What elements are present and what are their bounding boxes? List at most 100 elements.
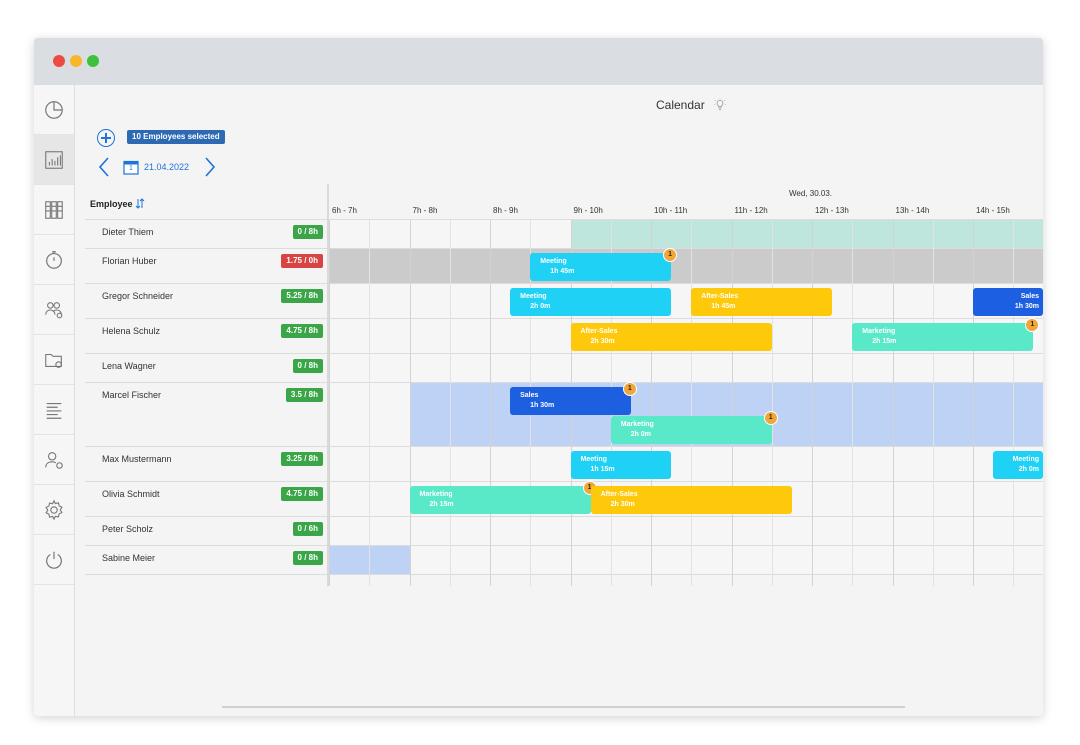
grid-line <box>691 220 693 586</box>
event-duration: 1h 30m <box>1014 303 1039 310</box>
timeline-row[interactable] <box>329 517 1043 546</box>
event-duration: 2h 30m <box>610 501 635 508</box>
power-icon <box>46 551 62 569</box>
event-meeting[interactable]: Meeting 2h 0m <box>510 288 672 316</box>
sort-arrows-icon[interactable] <box>135 198 145 209</box>
close-window-button[interactable] <box>53 55 65 67</box>
timeline-row[interactable] <box>329 354 1043 383</box>
event-meeting[interactable]: Meeting 1h 15m <box>570 451 672 479</box>
employee-name: Dieter Thiem <box>102 227 154 237</box>
hours-badge: 3.25 / 8h <box>281 452 323 466</box>
hours-badge: 1.75 / 0h <box>281 254 323 268</box>
employee-sort-header[interactable]: Employee <box>90 198 145 209</box>
timeline-row[interactable] <box>329 284 1043 319</box>
grid-line <box>892 220 894 586</box>
selection-badge[interactable]: 10 Employees selected <box>127 130 225 144</box>
event-title: After-Sales <box>600 491 638 498</box>
event-marketing[interactable]: Marketing 2h 15m <box>852 323 1034 351</box>
event-title: After-Sales <box>580 328 618 335</box>
event-sales[interactable]: Sales 1h 30m <box>973 288 1043 316</box>
employee-row[interactable]: Gregor Schneider 5.25 / 8h <box>85 284 327 319</box>
sidebar-item-teams[interactable] <box>34 285 74 335</box>
sidebar-item-users[interactable] <box>34 435 74 485</box>
grid-line <box>771 220 773 586</box>
employee-row[interactable]: Sabine Meier 0 / 8h <box>85 546 327 575</box>
timeline-row[interactable] <box>329 447 1043 482</box>
page-title-text: Calendar <box>656 98 705 112</box>
conflict-badge[interactable]: 1 <box>622 382 637 396</box>
sidebar-item-dashboard[interactable] <box>34 85 74 135</box>
sidebar-item-reports[interactable] <box>34 135 74 185</box>
event-duration: 2h 15m <box>429 501 454 508</box>
add-employees-button[interactable] <box>97 129 115 147</box>
sidebar-item-logout[interactable] <box>34 535 74 585</box>
date-navigation: 1 21.04.2022 <box>97 155 217 179</box>
event-duration: 2h 0m <box>1018 466 1039 473</box>
chevron-left-icon[interactable] <box>97 156 111 178</box>
employee-row[interactable]: Florian Huber 1.75 / 0h <box>85 249 327 284</box>
current-date[interactable]: 21.04.2022 <box>144 162 189 172</box>
employee-row[interactable]: Lena Wagner 0 / 8h <box>85 354 327 383</box>
hour-label: 14h - 15h <box>976 206 1010 215</box>
hour-label: 9h - 10h <box>573 206 603 215</box>
employee-name: Lena Wagner <box>102 361 156 371</box>
hours-badge: 0 / 6h <box>292 522 323 536</box>
event-after-sales[interactable]: After-Sales 2h 30m <box>590 486 792 514</box>
grid-line <box>449 220 451 586</box>
sidebar-item-list[interactable] <box>34 385 74 435</box>
employee-row[interactable]: Marcel Fischer 3.5 / 8h <box>85 383 327 447</box>
chevron-right-icon[interactable] <box>203 156 217 178</box>
employee-column-header: Employee <box>85 184 327 220</box>
event-sales[interactable]: Sales 1h 30m <box>510 387 631 415</box>
hours-badge: 0 / 8h <box>292 551 323 565</box>
hour-label: 6h - 7h <box>332 206 357 215</box>
grid-line <box>812 220 813 586</box>
stopwatch-icon <box>46 250 62 269</box>
event-meeting[interactable]: Meeting 1h 45m <box>530 253 672 281</box>
sidebar-item-archive[interactable] <box>34 185 74 235</box>
event-title: Meeting <box>1012 456 1039 463</box>
sidebar-item-settings[interactable] <box>34 485 74 535</box>
conflict-badge[interactable]: 1 <box>763 411 778 425</box>
grid-line <box>852 220 854 586</box>
employee-row[interactable]: Peter Scholz 0 / 6h <box>85 517 327 546</box>
employee-name: Marcel Fischer <box>102 390 162 400</box>
event-title: After-Sales <box>701 293 739 300</box>
employee-row[interactable]: Helena Schulz 4.75 / 8h <box>85 319 327 354</box>
event-title: Marketing <box>419 491 453 498</box>
grid-line <box>490 220 491 586</box>
date-picker[interactable]: 1 <box>123 159 139 175</box>
event-after-sales[interactable]: After-Sales 1h 45m <box>691 288 833 316</box>
event-after-sales[interactable]: After-Sales 2h 30m <box>570 323 772 351</box>
app-window: Calendar 10 Employees selected 1 21.04.2… <box>34 38 1043 716</box>
event-title: Meeting <box>520 293 547 300</box>
minimize-window-button[interactable] <box>70 55 82 67</box>
lightbulb-icon[interactable] <box>713 98 727 112</box>
sidebar <box>34 85 75 716</box>
timeline-row[interactable] <box>329 546 1043 575</box>
event-marketing[interactable]: Marketing 2h 0m <box>610 416 772 444</box>
hour-label: 13h - 14h <box>895 206 930 215</box>
sidebar-item-time-tracking[interactable] <box>34 235 74 285</box>
event-title: Sales <box>1020 293 1039 300</box>
horizontal-scrollbar[interactable] <box>222 706 905 708</box>
employee-row[interactable]: Max Mustermann 3.25 / 8h <box>85 447 327 482</box>
sidebar-item-projects[interactable] <box>34 335 74 385</box>
event-marketing[interactable]: Marketing 2h 15m <box>409 486 591 514</box>
employee-row[interactable]: Olivia Schmidt 4.75 / 8h <box>85 482 327 517</box>
hours-badge: 4.75 / 8h <box>281 487 323 501</box>
employee-name: Gregor Schneider <box>102 291 174 301</box>
grid-line <box>973 220 974 586</box>
event-duration: 2h 30m <box>590 338 615 345</box>
event-title: Marketing <box>620 421 654 428</box>
grid-line <box>369 220 371 586</box>
hours-badge: 0 / 8h <box>292 359 323 373</box>
grid-line <box>409 220 411 586</box>
event-meeting[interactable]: Meeting 2h 0m <box>993 451 1043 479</box>
hour-label: 10h - 11h <box>654 206 688 215</box>
event-duration: 1h 45m <box>550 268 575 275</box>
employee-name: Peter Scholz <box>102 524 154 534</box>
employee-row[interactable]: Dieter Thiem 0 / 8h <box>85 220 327 249</box>
event-title: Meeting <box>540 258 567 265</box>
maximize-window-button[interactable] <box>87 55 99 67</box>
